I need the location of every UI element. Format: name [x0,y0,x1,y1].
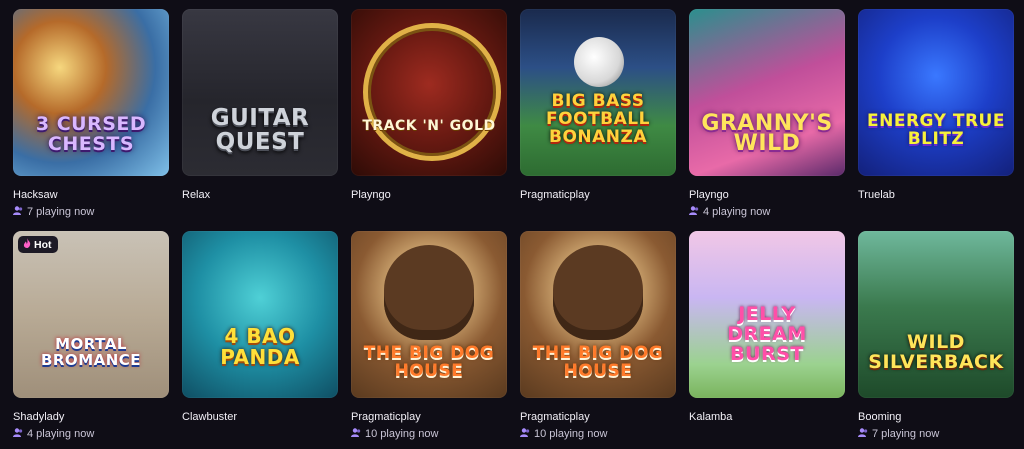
game-provider[interactable]: Hacksaw [13,189,169,202]
players-count-label: 4 playing now [703,206,771,218]
game-art-title: Mortal Bromance [40,335,142,369]
game-card[interactable]: Jelly Dream Burst Kalamba [689,231,845,446]
players-count-label: 10 playing now [365,428,439,440]
game-thumbnail[interactable]: Jelly Dream Burst [689,231,845,398]
game-card[interactable]: Big Bass Football Bonanza Pragmaticplay [520,9,676,224]
game-card[interactable]: Track 'n' Gold Playngo [351,9,507,224]
game-provider[interactable]: Pragmaticplay [520,189,676,202]
flame-icon [23,238,31,251]
game-thumbnail[interactable]: Track 'n' Gold [351,9,507,176]
players-count: 7 playing now [13,206,169,219]
game-card[interactable]: The Big Dog House Pragmaticplay 10 playing… [520,231,676,446]
game-card[interactable]: 3 Cursed Chests Hacksaw 7 playing now [13,9,169,224]
game-card[interactable]: The Big Dog House Pragmaticplay 10 playing… [351,231,507,446]
players-icon [13,428,23,441]
game-thumbnail[interactable]: Guitar Quest [182,9,338,176]
game-provider[interactable]: Truelab [858,189,1014,202]
game-thumbnail[interactable]: The Big Dog House [351,231,507,398]
game-art-title: Granny's Wild [701,111,833,156]
game-provider[interactable]: Playngo [351,189,507,202]
medallion-frame [363,23,501,161]
game-card[interactable]: Guitar Quest Relax [182,9,338,224]
football-graphic [574,37,624,87]
players-icon [858,428,868,441]
game-thumbnail[interactable]: The Big Dog House [520,231,676,398]
game-thumbnail[interactable]: Hot Mortal Bromance [13,231,169,398]
game-art-title: Jelly Dream Burst [727,303,807,365]
game-art-title: Wild Silverback [868,331,1004,373]
players-icon [689,206,699,219]
players-icon [13,206,23,219]
players-count-label: 7 playing now [872,428,940,440]
players-count: 4 playing now [689,206,845,219]
game-art-title: 4 Bao Panda [220,324,300,369]
game-provider[interactable]: Kalamba [689,411,845,424]
hot-badge-label: Hot [34,238,52,251]
game-art-title: Guitar Quest [210,105,310,155]
game-thumbnail[interactable]: 3 Cursed Chests [13,9,169,176]
players-count-label: 4 playing now [27,428,95,440]
game-art-title: Big Bass Football Bonanza [546,91,650,147]
game-grid: 3 Cursed Chests Hacksaw 7 playing now Guita… [13,9,1014,446]
game-thumbnail[interactable]: Big Bass Football Bonanza [520,9,676,176]
players-count: 4 playing now [13,428,169,441]
game-card[interactable]: Granny's Wild Playngo 4 playing now [689,9,845,224]
players-icon [520,428,530,441]
dog-graphic [384,245,474,340]
players-count: 10 playing now [351,428,507,441]
game-provider[interactable]: Shadylady [13,411,169,424]
game-card[interactable]: Hot Mortal Bromance Shadylady 4 playing now [13,231,169,446]
hot-badge: Hot [18,236,58,253]
players-count-label: 7 playing now [27,206,95,218]
game-provider[interactable]: Pragmaticplay [351,411,507,424]
game-provider[interactable]: Playngo [689,189,845,202]
game-art-title: Track 'n' Gold [362,118,496,134]
game-thumbnail[interactable]: Wild Silverback [858,231,1014,398]
game-thumbnail[interactable]: 4 Bao Panda [182,231,338,398]
players-count: 7 playing now [858,428,1014,441]
game-thumbnail[interactable]: Granny's Wild [689,9,845,176]
game-art-title: The Big Dog House [532,343,664,381]
game-card[interactable]: Energy True Blitz Truelab [858,9,1014,224]
game-card[interactable]: Wild Silverback Booming 7 playing now [858,231,1014,446]
game-card[interactable]: 4 Bao Panda Clawbuster [182,231,338,446]
players-count-label: 10 playing now [534,428,608,440]
players-count: 10 playing now [520,428,676,441]
dog-graphic [553,245,643,340]
game-art-title: Energy True Blitz [867,111,1005,149]
game-provider[interactable]: Clawbuster [182,411,338,424]
game-art-title: The Big Dog House [363,343,495,381]
game-provider[interactable]: Booming [858,411,1014,424]
game-thumbnail[interactable]: Energy True Blitz [858,9,1014,176]
game-provider[interactable]: Relax [182,189,338,202]
game-art-title: 3 Cursed Chests [35,113,147,155]
players-icon [351,428,361,441]
game-provider[interactable]: Pragmaticplay [520,411,676,424]
